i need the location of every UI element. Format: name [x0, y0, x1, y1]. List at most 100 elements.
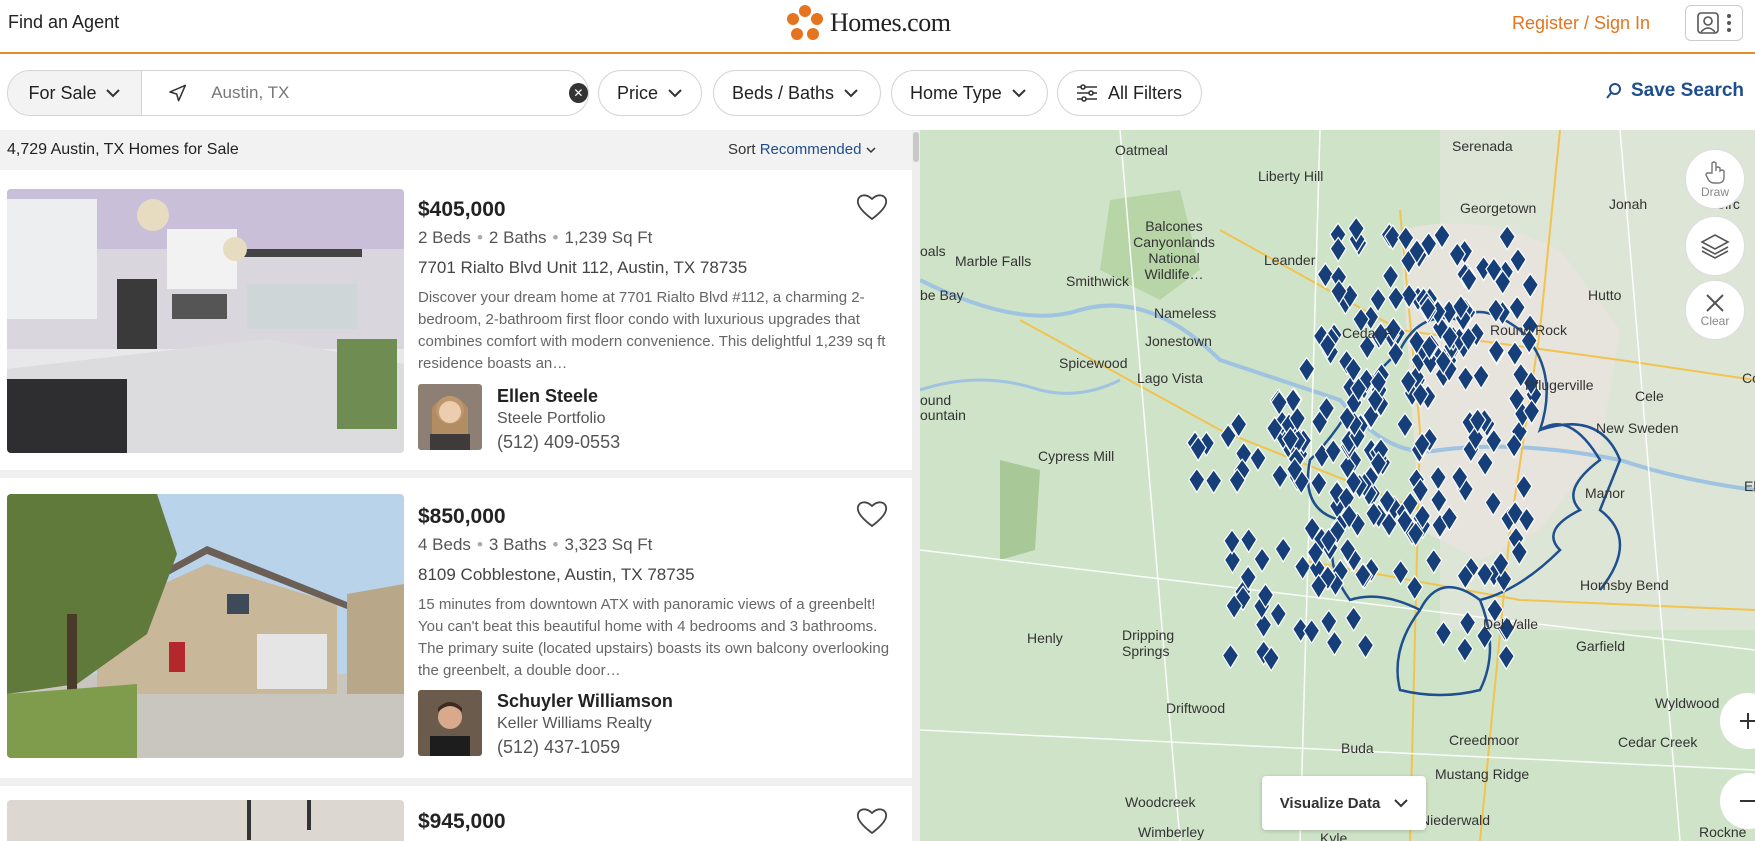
register-signin-link[interactable]: Register / Sign In	[1512, 13, 1650, 34]
save-search-button[interactable]: Save Search	[1605, 80, 1744, 102]
listing-map-marker[interactable]	[1254, 613, 1273, 639]
favorite-heart-icon[interactable]	[856, 192, 888, 222]
listing-map-marker[interactable]	[1269, 602, 1287, 628]
listing-map-marker[interactable]	[1456, 366, 1475, 392]
listing-specs: 4 Beds • 3 Baths • 3,323 Sq Ft	[418, 535, 653, 554]
location-search-input[interactable]	[211, 83, 539, 103]
listing-map-marker[interactable]	[1406, 575, 1424, 601]
map-place-label: Cedar P	[1342, 325, 1394, 341]
visualize-data-label: Visualize Data	[1279, 794, 1381, 812]
listing-map-marker[interactable]	[1487, 338, 1506, 364]
beds-baths-filter[interactable]: Beds / Baths	[713, 70, 881, 116]
agent-phone[interactable]: (512) 437-1059	[497, 737, 620, 758]
sort-value: Recommended	[759, 141, 862, 158]
listing-map-marker[interactable]	[1396, 412, 1414, 438]
listing-photo[interactable]	[7, 189, 404, 453]
results-scrollbar[interactable]	[912, 130, 920, 841]
listing-map-marker[interactable]	[1476, 561, 1494, 588]
favorite-heart-icon[interactable]	[856, 499, 888, 529]
draw-button[interactable]: Draw	[1685, 149, 1745, 209]
listing-map-marker[interactable]	[1434, 620, 1453, 647]
visualize-data-dropdown[interactable]: Visualize Data	[1262, 776, 1426, 830]
listing-map-marker[interactable]	[1497, 644, 1515, 670]
listing-map-marker[interactable]	[1476, 451, 1494, 477]
map-view[interactable]: Oatmeal Serenada Liberty Hill Georgetown…	[920, 130, 1755, 841]
clear-search-icon[interactable]: ✕	[568, 83, 588, 103]
listing-map-marker[interactable]	[1294, 554, 1312, 581]
listing-map-marker[interactable]	[1456, 637, 1474, 663]
map-layers-button[interactable]	[1685, 216, 1745, 276]
listing-photo[interactable]	[7, 494, 404, 758]
listing-address[interactable]: 8109 Cobblestone, Austin, TX 78735	[418, 565, 695, 585]
listing-map-marker[interactable]	[1387, 285, 1405, 312]
zoom-out-button[interactable]	[1720, 773, 1755, 829]
listing-map-marker[interactable]	[1324, 438, 1342, 465]
listing-map-marker[interactable]	[1205, 469, 1223, 495]
listing-map-marker[interactable]	[1391, 559, 1410, 586]
scrollbar-thumb[interactable]	[913, 132, 919, 162]
hand-pointer-icon	[1705, 161, 1725, 184]
agent-phone[interactable]: (512) 409-0553	[497, 432, 620, 453]
listing-map-marker[interactable]	[1506, 341, 1524, 367]
home-type-filter[interactable]: Home Type	[891, 70, 1048, 116]
minus-icon	[1740, 800, 1755, 802]
map-place-label: Cedar Creek	[1618, 734, 1698, 750]
user-menu-button[interactable]	[1685, 5, 1743, 41]
listing-map-marker[interactable]	[1356, 633, 1375, 659]
listing-map-marker[interactable]	[1425, 548, 1443, 574]
listing-map-marker[interactable]	[1472, 364, 1490, 390]
listing-map-marker[interactable]	[1429, 465, 1447, 491]
agent-name[interactable]: Ellen Steele	[497, 386, 598, 407]
zoom-in-button[interactable]	[1720, 693, 1755, 749]
homes-logo[interactable]: Homes.com	[786, 3, 951, 43]
listing-map-marker[interactable]	[1344, 606, 1363, 632]
listing-card[interactable]: $945,000	[0, 786, 910, 841]
find-agent-link[interactable]: Find an Agent	[8, 12, 119, 33]
map-place-label: Del Valle	[1483, 616, 1538, 632]
listing-map-marker[interactable]	[1221, 643, 1240, 670]
listing-map-marker[interactable]	[1508, 295, 1526, 321]
listing-map-marker[interactable]	[1302, 618, 1321, 645]
listing-map-marker[interactable]	[1316, 262, 1335, 288]
sort-dropdown[interactable]: Sort Recommended	[728, 141, 876, 158]
agent-name[interactable]: Schuyler Williamson	[497, 691, 673, 712]
listing-map-marker[interactable]	[1223, 529, 1241, 555]
agent-avatar	[418, 384, 482, 450]
listing-beds: 4 Beds	[418, 535, 471, 554]
listing-map-marker[interactable]	[1509, 247, 1527, 274]
listing-map-marker[interactable]	[1310, 471, 1328, 497]
map-place-label: Niederwald	[1420, 812, 1491, 828]
listing-map-marker[interactable]	[1498, 225, 1516, 251]
listing-type-dropdown[interactable]: For Sale	[8, 71, 142, 115]
listing-card[interactable]: $850,000 4 Beds • 3 Baths • 3,323 Sq Ft 8109…	[0, 478, 910, 778]
listing-address[interactable]: 7701 Rialto Blvd Unit 112, Austin, TX 78…	[418, 258, 747, 278]
map-place-label: Buda	[1341, 740, 1374, 756]
map-place-label: Hornsby Bend	[1580, 577, 1669, 593]
price-filter[interactable]: Price	[598, 70, 702, 116]
listing-map-marker[interactable]	[1521, 273, 1539, 299]
listing-map-marker[interactable]	[1484, 490, 1502, 517]
clear-map-button[interactable]: Clear	[1685, 280, 1745, 340]
listing-map-marker[interactable]	[1253, 547, 1271, 573]
listing-photo[interactable]	[7, 800, 404, 841]
map-place-label: El	[1744, 478, 1755, 494]
agent-avatar	[418, 690, 482, 756]
listing-map-marker[interactable]	[1240, 527, 1258, 554]
listing-map-marker[interactable]	[1458, 610, 1477, 637]
listing-card[interactable]: $405,000 2 Beds • 2 Baths • 1,239 Sq Ft 7701…	[0, 170, 910, 470]
listing-map-marker[interactable]	[1271, 463, 1289, 489]
listing-map-marker[interactable]	[1249, 446, 1267, 472]
chevron-down-icon	[866, 147, 876, 154]
all-filters-button[interactable]: All Filters	[1057, 70, 1202, 116]
listing-map-marker[interactable]	[1515, 474, 1533, 500]
listing-map-marker[interactable]	[1274, 537, 1292, 563]
favorite-heart-icon[interactable]	[856, 806, 888, 836]
map-place-label: Wimberley	[1138, 824, 1205, 840]
listing-price: $405,000	[418, 198, 506, 221]
listing-map-marker[interactable]	[1430, 488, 1448, 514]
listing-map-marker[interactable]	[1381, 264, 1400, 290]
map-place-label: Georgetown	[1460, 200, 1537, 216]
listing-map-marker[interactable]	[1329, 236, 1347, 263]
listing-map-marker[interactable]	[1298, 357, 1316, 383]
listing-map-marker[interactable]	[1188, 467, 1206, 494]
